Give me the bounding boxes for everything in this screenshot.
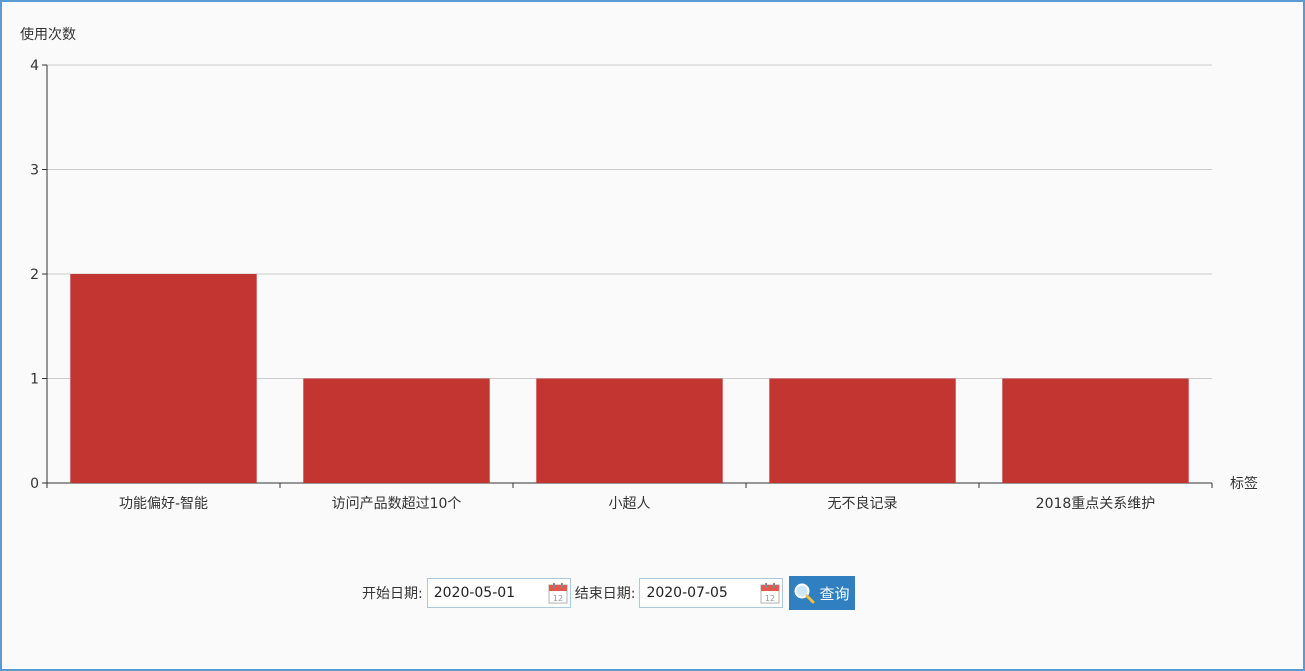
chart-panel: 0 1 2 3 4 使用次数 标签 功能偏好-智能 访问产品数超过10个 小超人 无不良记录 2018…: [0, 0, 1305, 671]
svg-text:12: 12: [765, 594, 775, 603]
x-tick-label: 2018重点关系维护: [1036, 496, 1156, 512]
start-date-field: 12: [426, 578, 571, 608]
bar[interactable]: [303, 378, 490, 484]
query-button[interactable]: 查询: [789, 576, 856, 610]
query-button-label: 查询: [819, 584, 850, 603]
bar[interactable]: [1002, 378, 1189, 484]
search-icon: [794, 583, 815, 604]
end-date-input[interactable]: [640, 579, 773, 607]
y-tick-label: 4: [30, 58, 39, 74]
y-tick-label: 2: [30, 267, 39, 283]
calendar-icon[interactable]: 12: [760, 582, 780, 604]
end-date-label: 结束日期:: [574, 586, 636, 602]
start-date-input[interactable]: [427, 579, 560, 607]
x-tick-label: 访问产品数超过10个: [332, 496, 462, 512]
bar-chart: 0 1 2 3 4 使用次数标签功能偏好-智能 访问产品数超过10个 小超人 无不良记录 2018…: [20, 26, 1258, 512]
end-date-field: 12: [639, 578, 784, 608]
bar[interactable]: [536, 378, 723, 484]
y-axis-label: 使用次数: [20, 26, 76, 43]
svg-text:12: 12: [553, 594, 563, 603]
date-filter-bar: 开始日期: 12 结束日期: 12: [362, 576, 856, 610]
x-tick-label: 小超人: [609, 496, 651, 512]
y-tick-label: 0: [30, 476, 39, 492]
calendar-icon[interactable]: 12: [548, 582, 568, 604]
x-axis-label: 标签: [1230, 475, 1258, 492]
y-tick-label: 3: [30, 163, 39, 179]
start-date-label: 开始日期:: [362, 586, 423, 602]
x-tick-label: 功能偏好-智能: [119, 496, 208, 512]
bar[interactable]: [769, 378, 956, 484]
bar[interactable]: [70, 274, 257, 483]
y-tick-label: 1: [30, 372, 39, 388]
x-tick-label: 无不良记录: [828, 496, 898, 512]
